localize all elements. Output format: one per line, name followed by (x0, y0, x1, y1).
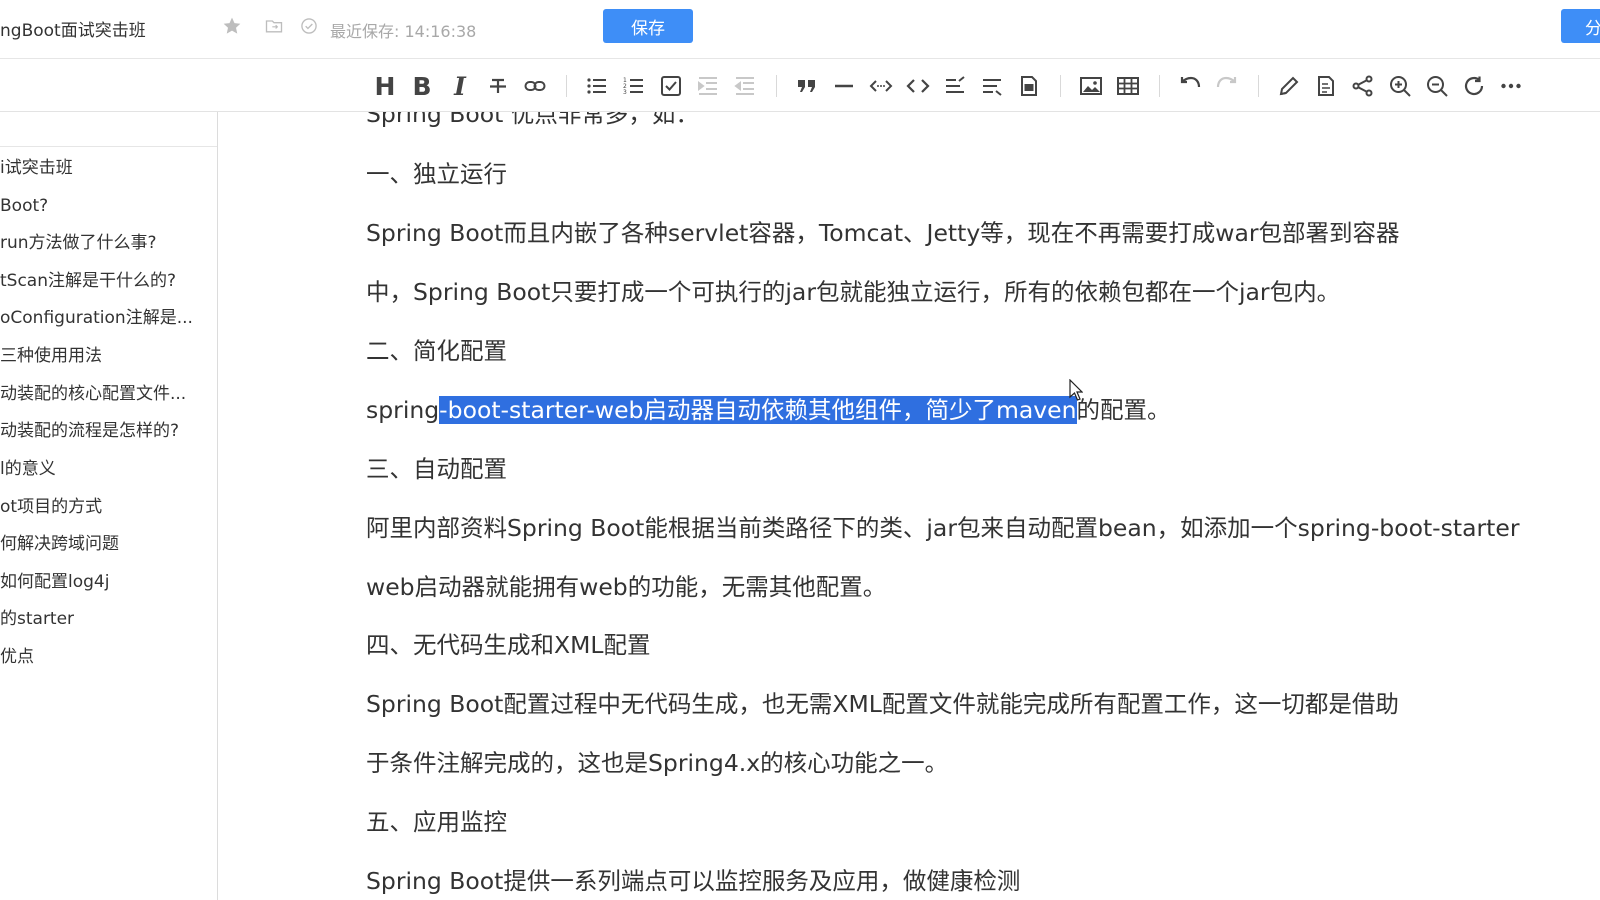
toolbar-divider (566, 75, 567, 97)
paragraph-with-selection[interactable]: spring-boot-starter-web启动器自动依赖其他组件，简少了ma… (366, 393, 1171, 427)
numbered-list-icon[interactable]: 123 (620, 72, 648, 100)
svg-text:3: 3 (623, 89, 627, 96)
zoom-in-icon[interactable] (1386, 72, 1414, 100)
text-run: spring (366, 396, 440, 424)
outline-item[interactable]: i试突击班 (0, 154, 210, 182)
zoom-out-icon[interactable] (1423, 72, 1451, 100)
editor-toolbar: H B I 123 (0, 59, 1600, 112)
outline-item[interactable]: 优点 (0, 643, 210, 671)
indent-icon[interactable] (694, 72, 722, 100)
outline-item[interactable]: 如何配置log4j (0, 568, 210, 596)
insert-before-icon[interactable] (941, 72, 969, 100)
section-heading[interactable]: 二、简化配置 (366, 334, 507, 368)
outline-item[interactable]: Boot? (0, 192, 210, 220)
redo-icon[interactable] (1213, 72, 1241, 100)
outline-item[interactable]: tScan注解是干什么的? (0, 267, 210, 295)
top-bar: ngBoot面试突击班 最近保存: 14:16:38 保存 分 (0, 0, 1600, 59)
bold-icon[interactable]: B (408, 72, 436, 101)
saved-check-icon (298, 15, 320, 37)
paragraph[interactable]: Spring Boot配置过程中无代码生成，也无需XML配置文件就能完成所有配置… (366, 687, 1399, 721)
image-icon[interactable] (1077, 72, 1105, 100)
strikethrough-icon[interactable] (484, 72, 512, 100)
section-heading[interactable]: 五、应用监控 (366, 805, 507, 839)
insert-after-icon[interactable] (978, 72, 1006, 100)
horizontal-rule-icon[interactable] (830, 72, 858, 100)
outline-item[interactable]: 的starter (0, 605, 210, 633)
task-list-icon[interactable] (657, 72, 685, 100)
star-icon[interactable] (221, 15, 243, 37)
paragraph[interactable]: Spring Boot而且内嵌了各种servlet容器，Tomcat、Jetty… (366, 216, 1400, 250)
editor-content[interactable]: Spring Boot 优点非常多，如： 一、独立运行 Spring Boot而… (217, 112, 1600, 900)
outline-item[interactable]: l的意义 (0, 455, 210, 483)
bullet-list-icon[interactable] (583, 72, 611, 100)
paragraph[interactable]: 于条件注解完成的，这也是Spring4.x的核心功能之一。 (366, 746, 948, 780)
folder-move-icon[interactable] (263, 15, 285, 37)
toolbar-divider (776, 75, 777, 97)
refresh-icon[interactable] (1460, 72, 1488, 100)
outline-sidebar: i试突击班 Boot? run方法做了什么事? tScan注解是干什么的? oC… (0, 112, 218, 900)
document-title[interactable]: ngBoot面试突击班 (0, 16, 146, 41)
share-button[interactable]: 分 (1561, 9, 1600, 43)
outline-item[interactable]: ot项目的方式 (0, 493, 210, 521)
outline-item[interactable]: 动装配的流程是怎样的? (0, 417, 210, 445)
italic-icon[interactable]: I (446, 72, 474, 101)
section-heading[interactable]: 一、独立运行 (366, 157, 507, 191)
toolbar-divider (1060, 75, 1061, 97)
section-heading[interactable]: 四、无代码生成和XML配置 (366, 628, 650, 662)
inline-code-icon[interactable] (867, 72, 895, 100)
undo-icon[interactable] (1176, 72, 1204, 100)
code-block-icon[interactable] (904, 72, 932, 100)
paragraph[interactable]: Spring Boot提供一系列端点可以监控服务及应用，做健康检测 (366, 864, 1020, 898)
last-saved-status: 最近保存: 14:16:38 (330, 22, 477, 41)
paragraph[interactable]: Spring Boot 优点非常多，如： (366, 112, 699, 131)
outline-item[interactable]: 何解决跨域问题 (0, 530, 210, 558)
heading-icon[interactable]: H (371, 72, 399, 101)
outdent-icon[interactable] (731, 72, 759, 100)
paragraph[interactable]: 中，Spring Boot只要打成一个可执行的jar包就能独立运行，所有的依赖包… (366, 275, 1340, 309)
outline-item[interactable]: 动装配的核心配置文件... (0, 380, 210, 408)
sidebar-divider (0, 146, 217, 147)
outline-item[interactable]: 三种使用用法 (0, 342, 210, 370)
mouse-cursor-icon (1069, 379, 1083, 401)
toolbar-divider (1258, 75, 1259, 97)
outline-item[interactable]: oConfiguration注解是... (0, 304, 210, 332)
outline-item[interactable]: run方法做了什么事? (0, 229, 210, 257)
toolbar-divider (1159, 75, 1160, 97)
share-icon[interactable] (1349, 72, 1377, 100)
table-icon[interactable] (1114, 72, 1142, 100)
preview-icon[interactable] (1312, 72, 1340, 100)
paragraph[interactable]: web启动器就能拥有web的功能，无需其他配置。 (366, 570, 886, 604)
quote-icon[interactable] (793, 72, 821, 100)
edit-icon[interactable] (1275, 72, 1303, 100)
text-run: 的配置。 (1076, 396, 1171, 424)
section-heading[interactable]: 三、自动配置 (366, 452, 507, 486)
save-button[interactable]: 保存 (603, 9, 693, 43)
more-icon[interactable] (1497, 72, 1525, 100)
paragraph[interactable]: 阿里内部资料Spring Boot能根据当前类路径下的类、jar包来自动配置be… (366, 511, 1520, 545)
selected-text[interactable]: -boot-starter-web启动器自动依赖其他组件，简少了maven (439, 396, 1077, 424)
link-icon[interactable] (521, 72, 549, 100)
record-icon[interactable] (1015, 72, 1043, 100)
